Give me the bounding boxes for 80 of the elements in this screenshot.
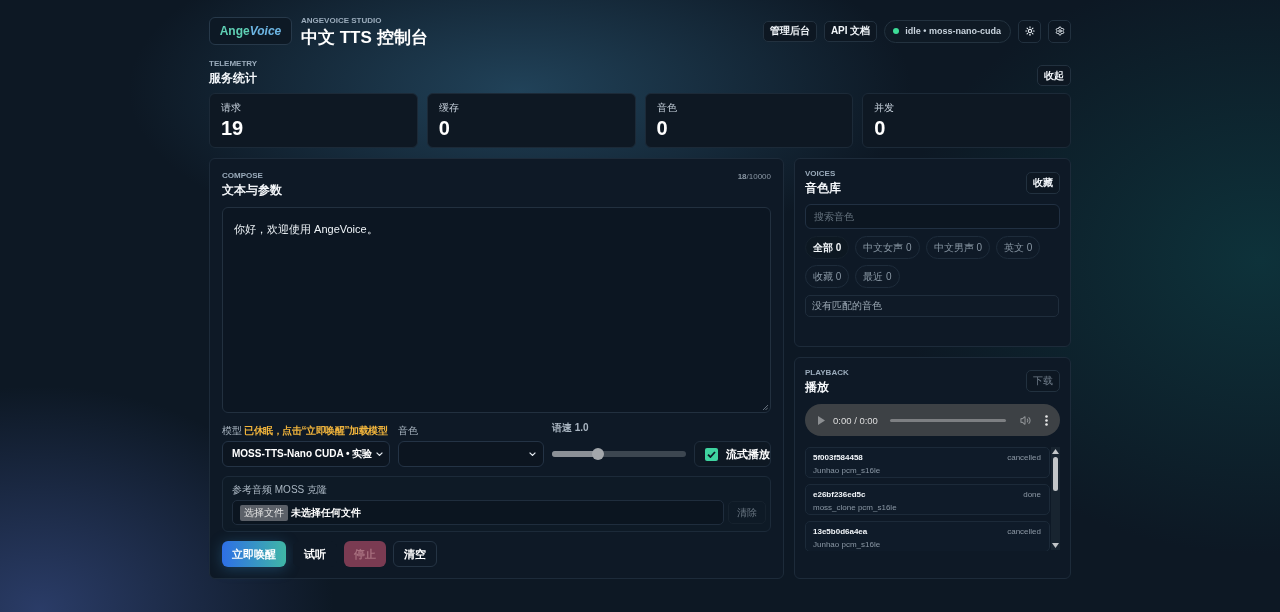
scrollbar[interactable]: [1051, 447, 1060, 550]
settings-icon: [1054, 26, 1065, 36]
header-link-button[interactable]: API 文档: [823, 20, 878, 42]
model-select[interactable]: MOSS-TTS-Nano CUDA • 实验: [222, 441, 390, 467]
field-label: 音色: [398, 424, 418, 437]
speed-slider[interactable]: [552, 448, 686, 460]
checkbox[interactable]: [705, 447, 718, 461]
stat-label: 缓存: [438, 102, 459, 114]
status-dot-icon: [893, 28, 900, 34]
scrollbar-thumb[interactable]: [1053, 457, 1058, 491]
audio-progress-track[interactable]: [889, 418, 1006, 422]
panel-title: 播放: [805, 380, 830, 395]
speed-label: 语速 1.0: [552, 421, 589, 434]
panel-eyebrow: PLAYBACK: [805, 368, 849, 377]
caret-up-icon[interactable]: [1052, 449, 1059, 454]
page-title: 中文 TTS 控制台: [301, 27, 428, 47]
job-meta: Junhao pcm_s16le: [813, 465, 881, 477]
job-id: e26bf236ed5c: [813, 489, 866, 501]
job-item[interactable]: 13e5b0d6a4ea cancelled Junhao pcm_s16le: [805, 521, 1050, 551]
filter-chip[interactable]: 最近 0: [855, 265, 900, 288]
action-button[interactable]: 立即唤醒: [222, 541, 286, 567]
stat-label: 请求: [221, 102, 241, 114]
job-id: 13e5b0d6a4ea: [813, 526, 868, 538]
job-item[interactable]: e26bf236ed5c done moss_clone pcm_s16le: [805, 484, 1050, 515]
more-options-icon[interactable]: [1045, 414, 1048, 426]
stat-value: 0: [874, 117, 886, 139]
play-icon[interactable]: [818, 415, 825, 425]
stat-label: 音色: [656, 102, 677, 114]
reference-audio-label: 参考音频 MOSS 克隆: [232, 483, 327, 496]
file-input-field[interactable]: 选择文件 未选择任何文件: [232, 500, 724, 525]
filter-chip[interactable]: 中文女声 0: [855, 236, 920, 259]
stat-value: 0: [438, 117, 450, 139]
check-icon: [707, 450, 716, 458]
model-status-text: 已休眠，点击“立即唤醒”加载模型: [244, 424, 388, 437]
logo: AngeVoice: [209, 17, 292, 45]
search-field[interactable]: 搜索音色: [805, 204, 1060, 229]
choose-file-button[interactable]: 选择文件: [240, 504, 288, 521]
filter-chip[interactable]: 英文 0: [996, 236, 1041, 259]
job-id: 5f003f584458: [813, 452, 863, 464]
text-input-field[interactable]: 你好，欢迎使用 AngeVoice。: [222, 207, 771, 413]
chevron-down-icon: [376, 452, 384, 456]
panel-title: 音色库: [805, 181, 841, 196]
audio-time: 0:00 / 0:00: [833, 414, 878, 426]
resize-handle-icon[interactable]: [763, 405, 768, 410]
file-status-text: 未选择任何文件: [291, 505, 361, 520]
favorite-button[interactable]: 收藏: [1026, 172, 1060, 194]
chevron-down-icon: [529, 452, 536, 456]
job-meta: Junhao pcm_s16le: [813, 539, 881, 551]
settings-button[interactable]: [1048, 19, 1071, 43]
studio-eyebrow: ANGEVOICE STUDIO: [301, 15, 383, 25]
field-label: 模型: [222, 424, 242, 437]
slider-thumb[interactable]: [591, 448, 604, 460]
job-status: cancelled: [1007, 452, 1041, 464]
panel-eyebrow: COMPOSE: [222, 171, 264, 180]
stream-toggle[interactable]: 流式播放: [694, 441, 771, 467]
job-meta: moss_clone pcm_s16le: [813, 502, 897, 514]
header-link-button[interactable]: 管理后台: [762, 20, 817, 42]
job-status: cancelled: [1007, 526, 1041, 538]
toggle-label: 流式播放: [726, 446, 770, 462]
sun-icon: [1024, 26, 1035, 36]
filter-chip[interactable]: 全部 0: [805, 236, 850, 259]
volume-icon[interactable]: [1020, 414, 1031, 426]
collapse-button[interactable]: 收起: [1037, 65, 1071, 86]
status-text: idle • moss-nano-cuda: [905, 26, 1001, 36]
section-eyebrow: TELEMETRY: [209, 59, 258, 68]
stat-value: 19: [221, 117, 244, 139]
action-button[interactable]: 清空: [393, 541, 437, 567]
theme-toggle-button[interactable]: [1018, 19, 1041, 43]
stat-value: 0: [656, 117, 668, 139]
character-counter: 18/10000: [737, 172, 771, 181]
section-title: 服务统计: [209, 71, 258, 86]
panel-title: 文本与参数: [222, 183, 282, 198]
filter-chip[interactable]: 收藏 0: [805, 265, 850, 288]
empty-message: 没有匹配的音色: [805, 295, 1059, 317]
panel-eyebrow: VOICES: [805, 169, 837, 178]
caret-down-icon[interactable]: [1052, 543, 1059, 548]
stat-label: 并发: [874, 102, 895, 114]
filter-chip[interactable]: 中文男声 0: [925, 236, 991, 259]
job-status: done: [1023, 489, 1041, 501]
job-item[interactable]: 5f003f584458 cancelled Junhao pcm_s16le: [805, 447, 1050, 478]
